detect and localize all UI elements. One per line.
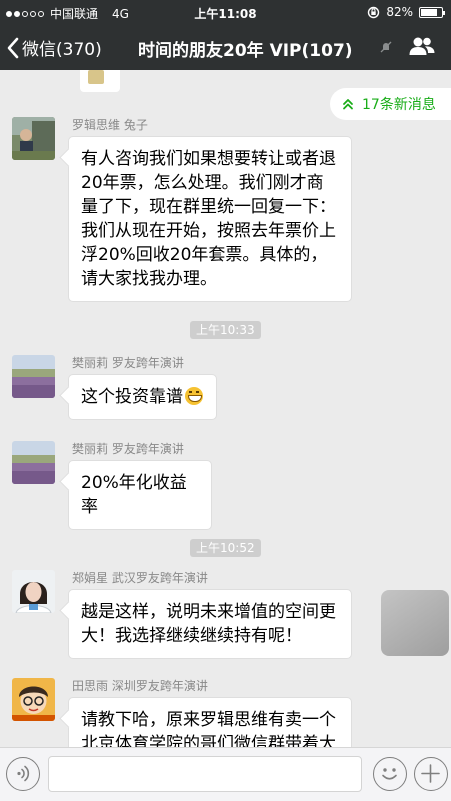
rotation-lock-icon: [368, 6, 380, 18]
message-input[interactable]: [48, 756, 362, 792]
message-line: 浮20%回收20年套票。具体的，: [81, 245, 328, 265]
avatar[interactable]: [12, 355, 55, 398]
avatar[interactable]: [12, 117, 55, 160]
message-bubble[interactable]: 20%年化收益率: [68, 460, 212, 530]
back-button[interactable]: 微信(370): [6, 35, 102, 60]
new-messages-label: 17条新消息: [362, 97, 436, 113]
message-bubble[interactable]: 请教下哈，原来罗辑思维有卖一个 北京体育学院的哥们微信群带着大: [68, 697, 352, 747]
battery-percent: 82%: [386, 5, 413, 19]
image-message[interactable]: [381, 590, 449, 656]
grin-emoji-icon: [185, 387, 203, 405]
sender-name: 樊丽莉 罗友跨年演讲: [72, 442, 184, 456]
message-line: 我们从现在开始，按照去年票价上: [81, 221, 336, 241]
group-title: 时间的朋友20年 VIP(107): [138, 41, 353, 61]
message-line: 这个投资靠谱: [81, 387, 183, 407]
message-line: 请教下哈，原来罗辑思维有卖一个: [81, 710, 336, 730]
chat-area[interactable]: 17条新消息 罗辑思维 兔子 有人咨询我们如果想要转让或者退 20年票，怎么处理…: [0, 70, 451, 747]
timestamp: 上午10:33: [190, 321, 261, 339]
double-chevron-up-icon: [343, 99, 353, 110]
message-line: 北京体育学院的哥们微信群带着大: [81, 734, 336, 747]
message-line: 量了下，现在群里统一回复一下：: [81, 197, 336, 217]
timestamp: 上午10:52: [190, 539, 261, 557]
more-button[interactable]: [414, 757, 448, 791]
message-line: 越是这样，说明未来增值的空间更: [81, 602, 336, 622]
voice-icon: [17, 765, 30, 782]
mute-icon: [380, 41, 392, 53]
message-bubble[interactable]: 有人咨询我们如果想要转让或者退 20年票，怎么处理。我们刚才商 量了下，现在群里…: [68, 136, 352, 302]
sender-name: 郑娟星 武汉罗友跨年演讲: [72, 571, 208, 585]
avatar[interactable]: [12, 570, 55, 613]
chat-header: 微信(370) 时间的朋友20年 VIP(107): [0, 24, 451, 70]
message-line: 20%年化收益率: [81, 473, 187, 517]
message-line: 请大家找我办理。: [81, 269, 217, 289]
sender-name: 田思雨 深圳罗友跨年演讲: [72, 679, 208, 693]
emoji-button[interactable]: [373, 757, 407, 791]
sender-name: 罗辑思维 兔子: [72, 118, 148, 132]
sender-name: 樊丽莉 罗友跨年演讲: [72, 356, 184, 370]
avatar[interactable]: [12, 441, 55, 484]
new-messages-button[interactable]: 17条新消息: [330, 88, 451, 120]
status-bar: 中国联通 4G 上午11:08 82%: [0, 0, 451, 24]
emoji-icon: [382, 768, 397, 780]
plus-icon: [421, 764, 440, 783]
previous-message-partial: [80, 70, 120, 92]
avatar[interactable]: [12, 678, 55, 721]
message-line: 大！我选择继续继续持有呢！: [81, 626, 302, 646]
message-line: 20年票，怎么处理。我们刚才商: [81, 173, 324, 193]
back-chevron-icon: [7, 37, 19, 58]
message-bubble[interactable]: 越是这样，说明未来增值的空间更 大！我选择继续继续持有呢！: [68, 589, 352, 659]
group-members-icon[interactable]: [409, 36, 435, 56]
battery-icon: [419, 6, 445, 18]
back-label: 微信(370): [22, 40, 102, 60]
voice-button[interactable]: [6, 757, 40, 791]
message-bubble[interactable]: 这个投资靠谱: [68, 374, 217, 420]
message-line: 有人咨询我们如果想要转让或者退: [81, 149, 336, 169]
input-bar: [0, 747, 451, 801]
